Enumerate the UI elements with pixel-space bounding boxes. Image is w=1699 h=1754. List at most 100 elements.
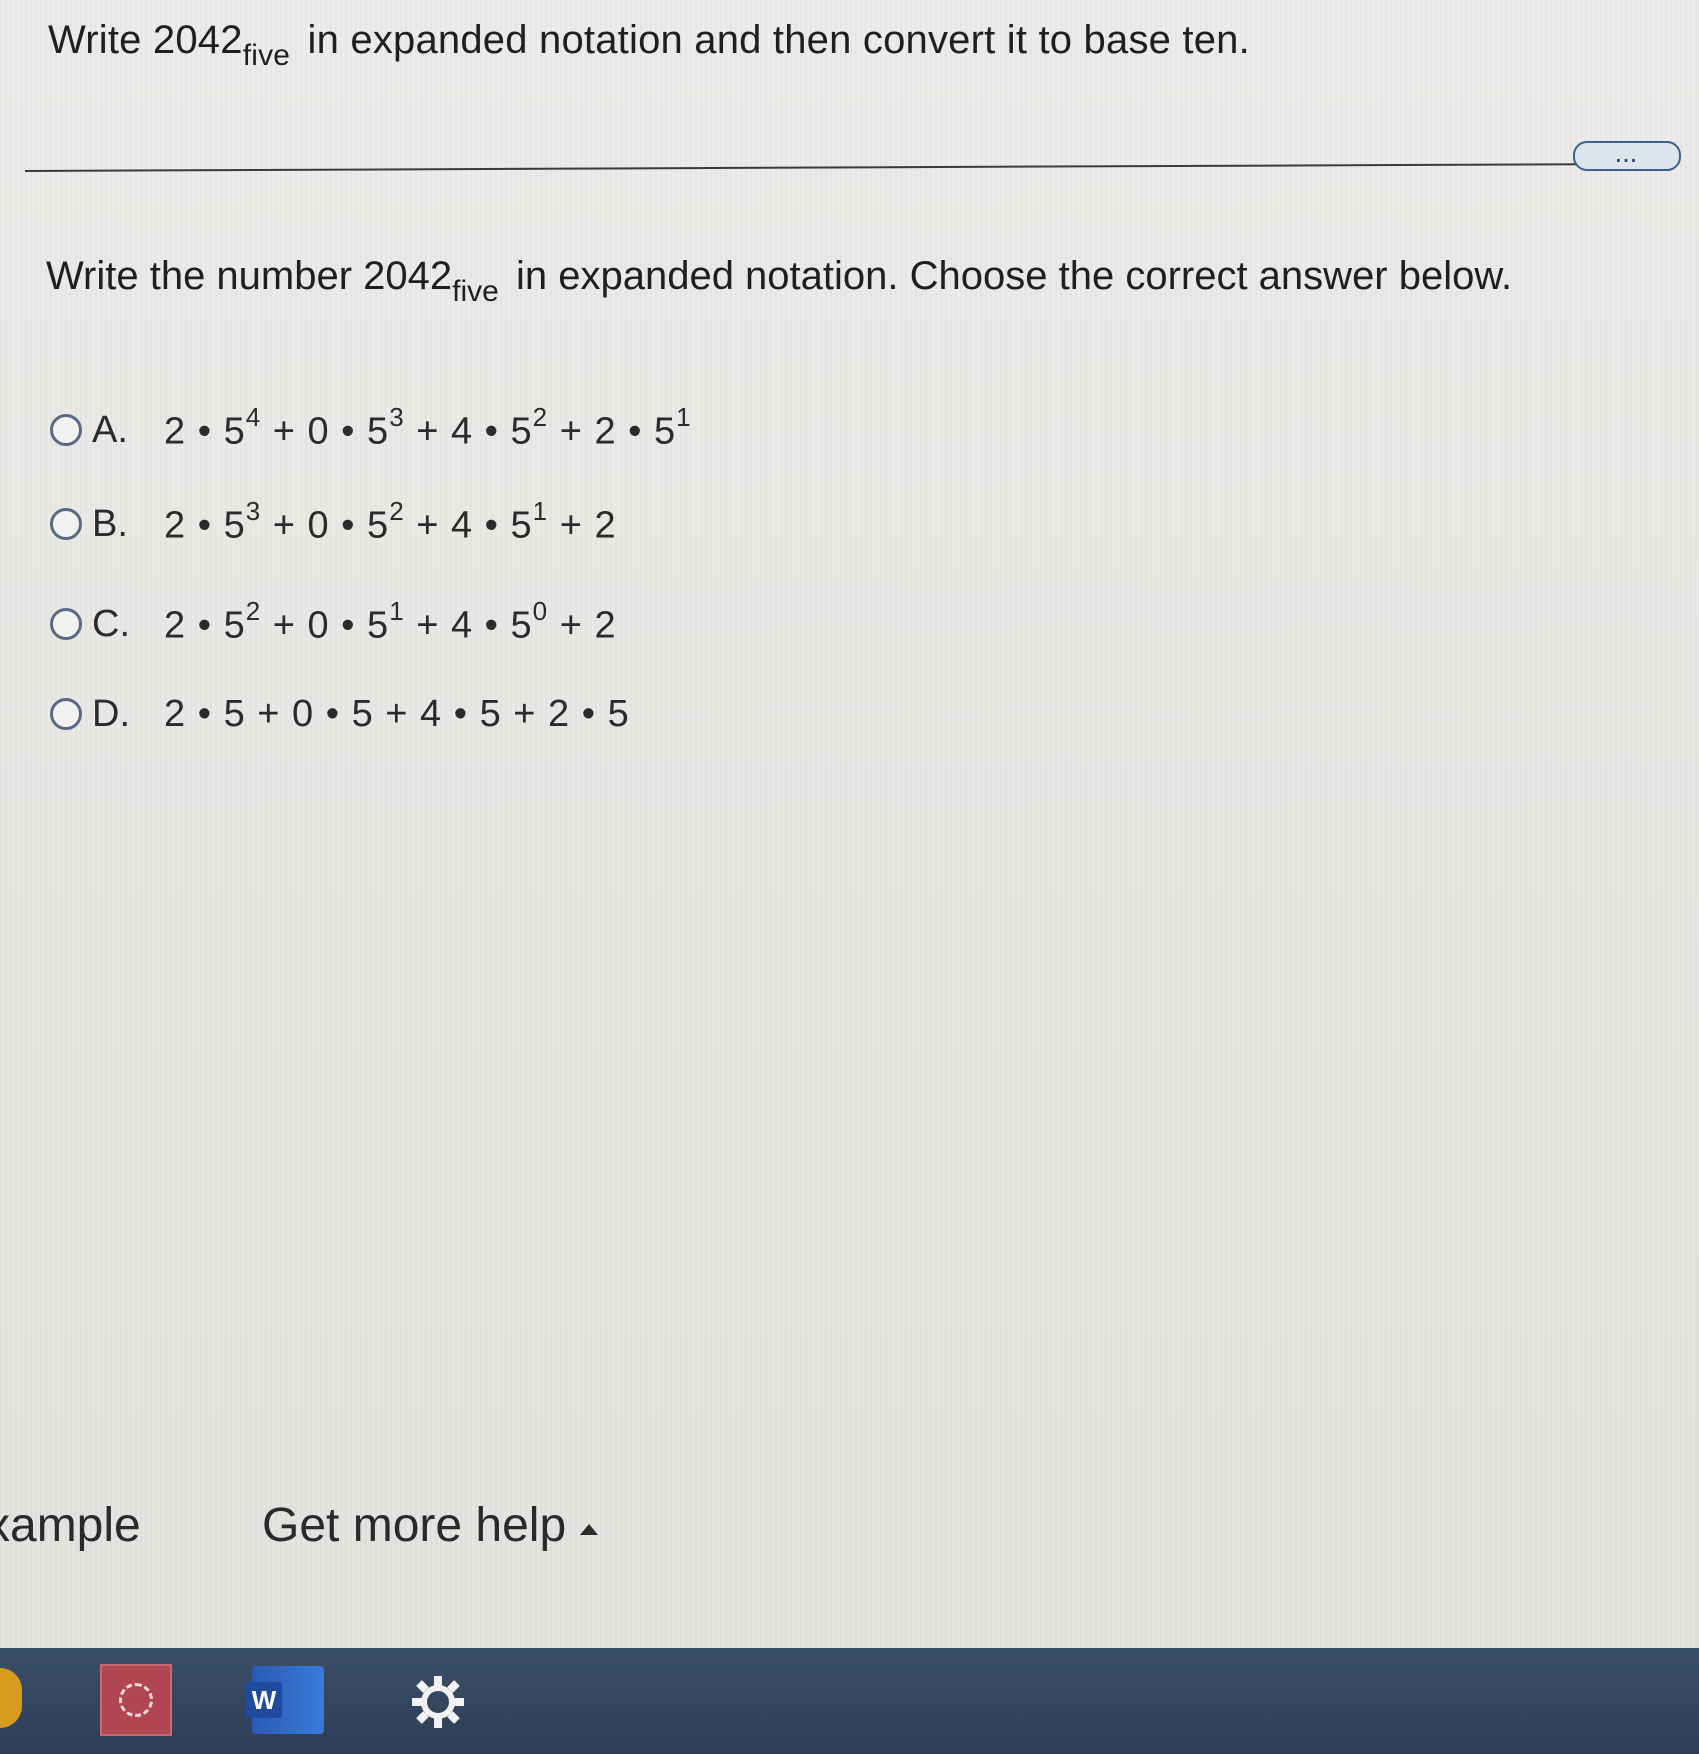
term-exponent: 1 — [676, 402, 692, 433]
term-base: 5 — [223, 604, 246, 647]
option-a[interactable]: A. 2 • 54 + 0 • 53 + 4 • 52 + 2 • 51 — [50, 400, 692, 460]
term-exponent: 1 — [532, 496, 549, 527]
term-exponent: 2 — [389, 496, 405, 527]
term-exponent: 3 — [245, 496, 262, 527]
plus-sign: + — [261, 504, 308, 547]
plus-sign: + — [404, 604, 451, 647]
settings-gear-icon[interactable] — [408, 1672, 468, 1732]
instruction-text: Write 2042five in expanded notation and … — [48, 18, 1250, 72]
term-coefficient: 0 — [307, 504, 330, 547]
radio-button-d[interactable] — [50, 698, 82, 730]
multiply-dot: • — [473, 504, 511, 547]
instruction-suffix: in expanded notation and then convert it… — [307, 18, 1250, 62]
term-base: 5 — [479, 692, 502, 735]
term-base: 5 — [223, 504, 246, 547]
term-coefficient: 2 — [594, 604, 617, 647]
question-suffix: in expanded notation. Choose the correct… — [515, 254, 1513, 298]
term-coefficient: 2 — [594, 504, 617, 547]
term-coefficient: 0 — [307, 604, 330, 647]
term-base: 5 — [607, 692, 630, 735]
word-icon[interactable]: W — [246, 1666, 324, 1734]
term-coefficient: 2 — [164, 410, 187, 453]
term-coefficient: 2 — [164, 604, 187, 647]
option-letter: C. — [92, 602, 130, 645]
option-letter: A. — [92, 408, 128, 451]
term-base: 5 — [223, 692, 246, 735]
term-coefficient: 2 — [164, 692, 187, 735]
question-screen: Write 2042five in expanded notation and … — [0, 0, 1699, 1650]
more-options-button[interactable]: ... — [1573, 141, 1681, 171]
term-coefficient: 4 — [450, 410, 474, 453]
plus-sign: + — [404, 504, 451, 547]
plus-sign: + — [501, 692, 549, 735]
term-base: 5 — [510, 410, 533, 453]
term-coefficient: 4 — [420, 692, 443, 735]
term-base: 5 — [351, 692, 374, 735]
multiply-dot: • — [329, 504, 368, 547]
option-b[interactable]: B. 2 • 53 + 0 • 52 + 4 • 51 + 2 — [50, 494, 617, 554]
plus-sign: + — [245, 692, 293, 735]
term-coefficient: 2 — [548, 692, 571, 735]
term-exponent: 1 — [389, 596, 405, 627]
multiply-dot: • — [570, 692, 608, 735]
word-letter: W — [246, 1682, 282, 1718]
multiply-dot: • — [186, 504, 224, 547]
option-d[interactable]: D. 2 • 5 + 0 • 5 + 4 • 5 + 2 • 5 — [50, 684, 630, 744]
term-exponent: 3 — [389, 402, 405, 433]
plus-sign: + — [261, 410, 308, 453]
option-letter: B. — [92, 502, 128, 545]
term-coefficient: 2 — [164, 504, 187, 547]
multiply-dot: • — [329, 410, 368, 453]
multiply-dot: • — [186, 410, 224, 453]
radio-button-b[interactable] — [50, 508, 82, 540]
view-example-link[interactable]: xample — [0, 1498, 141, 1553]
term-base: 5 — [367, 410, 390, 453]
app-icon[interactable] — [100, 1664, 172, 1736]
term-base: 5 — [223, 410, 246, 453]
term-coefficient: 0 — [307, 410, 330, 453]
multiply-dot: • — [329, 604, 368, 647]
term-exponent: 0 — [532, 596, 549, 627]
option-expression: 2 • 5 + 0 • 5 + 4 • 5 + 2 • 5 — [164, 693, 630, 736]
plus-sign: + — [548, 504, 595, 547]
multiply-dot: • — [473, 604, 511, 647]
term-exponent: 2 — [245, 596, 262, 627]
term-base: 5 — [510, 604, 533, 647]
term-exponent: 4 — [245, 402, 262, 433]
question-subscript: five — [452, 275, 499, 308]
instruction-prefix: Write 2042 — [48, 18, 243, 62]
help-label: Get more help — [262, 1499, 567, 1552]
term-base: 5 — [367, 604, 390, 647]
option-c[interactable]: C. 2 • 52 + 0 • 51 + 4 • 50 + 2 — [50, 594, 617, 654]
term-coefficient: 4 — [450, 604, 474, 647]
plus-sign: + — [548, 604, 595, 647]
multiply-dot: • — [186, 604, 224, 647]
option-expression: 2 • 52 + 0 • 51 + 4 • 50 + 2 — [164, 596, 617, 648]
plus-sign: + — [261, 604, 308, 647]
option-letter: D. — [92, 692, 130, 735]
term-base: 5 — [367, 504, 390, 547]
radio-button-c[interactable] — [50, 608, 82, 640]
option-expression: 2 • 54 + 0 • 53 + 4 • 52 + 2 • 51 — [164, 402, 692, 454]
term-coefficient: 0 — [292, 692, 315, 735]
term-coefficient: 4 — [450, 504, 474, 547]
instruction-subscript: five — [242, 39, 291, 72]
plus-sign: + — [373, 692, 421, 735]
term-coefficient: 2 — [594, 410, 617, 453]
question-prefix: Write the number 2042 — [46, 254, 453, 298]
multiply-dot: • — [473, 410, 511, 453]
app-icon[interactable] — [0, 1668, 22, 1728]
divider — [24, 163, 1585, 172]
multiply-dot: • — [314, 692, 352, 735]
multiply-dot: • — [186, 692, 224, 735]
radio-button-a[interactable] — [50, 414, 82, 446]
term-base: 5 — [510, 504, 533, 547]
multiply-dot: • — [442, 692, 480, 735]
plus-sign: + — [548, 410, 595, 453]
caret-up-icon — [580, 1524, 599, 1535]
term-base: 5 — [654, 410, 677, 453]
get-more-help-link[interactable]: Get more help — [262, 1498, 599, 1553]
taskbar: W — [0, 1648, 1699, 1754]
term-exponent: 2 — [532, 402, 549, 433]
question-text: Write the number 2042five in expanded no… — [46, 254, 1513, 308]
